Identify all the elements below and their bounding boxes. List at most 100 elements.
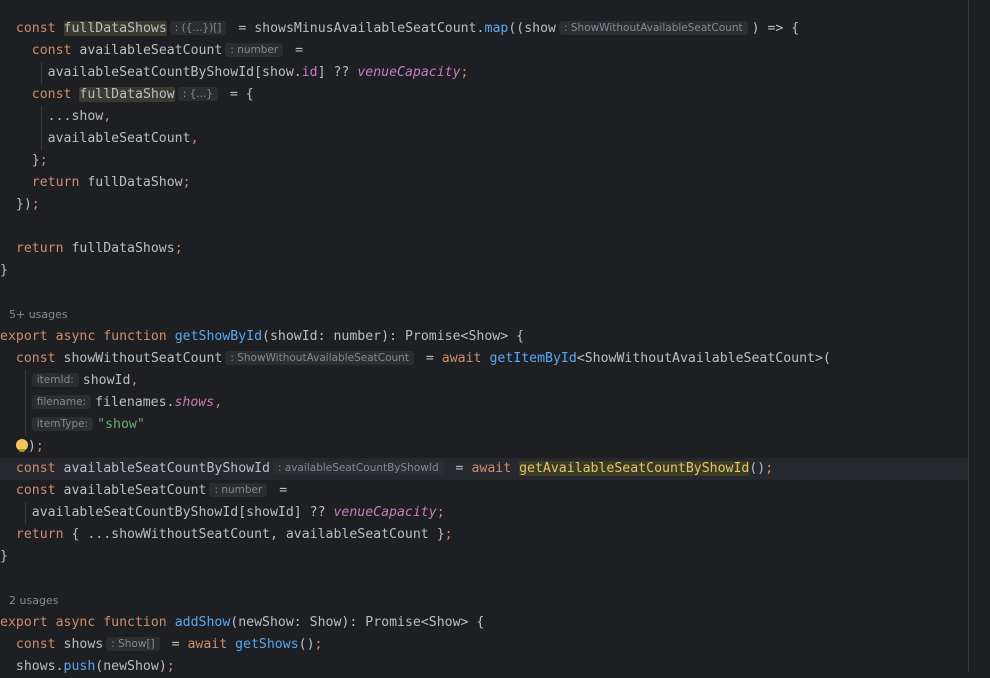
code-text: ) => { [751,21,800,36]
code-line[interactable]: const fullDataShows: ({...})[] = showsMi… [0,18,968,40]
parameter-hint: filename: [31,395,92,409]
keyword: const [15,637,56,652]
code-text: ...show [47,109,104,124]
comma: , [214,395,223,410]
usages-link[interactable]: 5+ usages [9,307,68,323]
string-literal: "show" [97,417,145,432]
parameter-hint: itemType: [31,417,94,431]
code-line[interactable]: shows.push(newShow); [0,656,968,678]
code-text: } [0,549,8,564]
code-line[interactable]: return fullDataShows; [0,238,968,260]
code-text: ((show [508,21,556,36]
semicolon: ; [39,153,48,168]
comma: , [130,373,139,388]
keyword: function [95,615,167,630]
semicolon: ; [436,505,445,520]
code-line-current[interactable]: const availableSeatCountByShowId: availa… [0,458,968,480]
code-line[interactable]: availableSeatCountByShowId[show.id] ?? v… [0,62,968,84]
type-hint: : availableSeatCountByShowId [272,461,444,475]
function-name[interactable]: getShows [227,637,299,652]
code-line[interactable]: export async function addShow(newShow: S… [0,612,968,634]
code-line[interactable]: return { ...showWithoutSeatCount, availa… [0,524,968,546]
comma: , [103,109,112,124]
code-text: ] ?? [317,65,358,80]
code-line[interactable]: itemType: "show" [0,414,968,436]
code-text: (newShow: Show): Promise<Show> { [230,615,485,630]
code-line[interactable]: }; [0,150,968,172]
code-line[interactable]: availableSeatCountByShowId[showId] ?? ve… [0,502,968,524]
identifier[interactable]: showsMinusAvailableSeatCount [254,21,476,36]
code-line[interactable]: filename: filenames.shows, [0,392,968,414]
code-line[interactable]: itemId: showId, [0,370,968,392]
usages-link[interactable]: 2 usages [9,593,58,609]
right-margin-line [968,0,969,672]
code-line[interactable]: ); [0,436,968,458]
keyword: function [95,329,167,344]
type-hint: : ShowWithoutAvailableSeatCount [225,351,414,365]
keyword: async [47,615,96,630]
code-text: = [447,461,472,476]
type-hint: : {...} [177,87,218,101]
identifier-highlight[interactable]: fullDataShow [79,87,175,102]
type-hint: : Show[] [106,637,160,651]
identifier[interactable]: showWithoutSeatCount [56,351,223,366]
identifier[interactable]: availableSeatCount [56,483,207,498]
keyword: const [31,43,72,58]
type-hint: : number [225,43,284,57]
keyword: async [47,329,96,344]
function-name[interactable]: addShow [167,615,231,630]
code-text: { ...showWithoutSeatCount, availableSeat… [63,527,445,542]
semicolon: ; [460,65,469,80]
code-line[interactable]: }); [0,194,968,216]
keyword: const [31,87,72,102]
constant[interactable]: venueCapacity [357,65,460,80]
code-line[interactable]: export async function getShowById(showId… [0,326,968,348]
function-call-highlight[interactable]: getAvailableSeatCountByShowId [519,461,750,476]
function-name[interactable]: getShowById [167,329,262,344]
semicolon: ; [35,439,44,454]
code-line[interactable]: } [0,260,968,282]
code-line[interactable]: const fullDataShow: {...} = { [0,84,968,106]
code-line[interactable]: } [0,546,968,568]
function-name[interactable]: map [485,21,509,36]
keyword: return [15,241,64,256]
code-line[interactable]: const shows: Show[] = await getShows(); [0,634,968,656]
code-line[interactable]: const availableSeatCount: number = [0,40,968,62]
property: id [301,65,318,80]
code-text: fullDataShows [63,241,175,256]
code-line[interactable]: const availableSeatCount: number = [0,480,968,502]
lightbulb-icon[interactable] [15,439,28,452]
code-text: = { [221,87,254,102]
code-editor[interactable]: const fullDataShows: ({...})[] = showsMi… [0,0,990,674]
semicolon: ; [182,175,191,190]
code-text: (showId: number): Promise<Show> { [262,329,525,344]
keyword: const [15,351,56,366]
parameter-hint: itemId: [31,373,79,387]
semicolon: ; [174,241,183,256]
keyword: const [15,21,56,36]
keyword: const [15,483,56,498]
code-text: = [271,483,288,498]
identifier-highlight[interactable]: fullDataShows [63,21,167,36]
code-text: () [298,637,315,652]
identifier[interactable]: shows [56,637,104,652]
code-line[interactable]: availableSeatCount, [0,128,968,150]
code-text: = [417,351,442,366]
code-text: } [0,263,8,278]
keyword: export [0,615,48,630]
code-line[interactable]: ...show, [0,106,968,128]
function-name[interactable]: getItemById [482,351,576,366]
identifier[interactable]: availableSeatCountByShowId [56,461,270,476]
code-text: filenames. [95,395,175,410]
code-text: = [287,43,304,58]
code-line[interactable]: return fullDataShow; [0,172,968,194]
comma: , [190,131,199,146]
constant[interactable]: venueCapacity [333,505,436,520]
code-text: . [476,21,485,36]
type-hint: : ShowWithoutAvailableSeatCount [558,21,748,35]
keyword: await [471,461,512,476]
semicolon: ; [444,527,453,542]
code-line[interactable]: const showWithoutSeatCount: ShowWithoutA… [0,348,968,370]
identifier[interactable]: availableSeatCount [79,43,222,58]
code-text: () [749,461,766,476]
